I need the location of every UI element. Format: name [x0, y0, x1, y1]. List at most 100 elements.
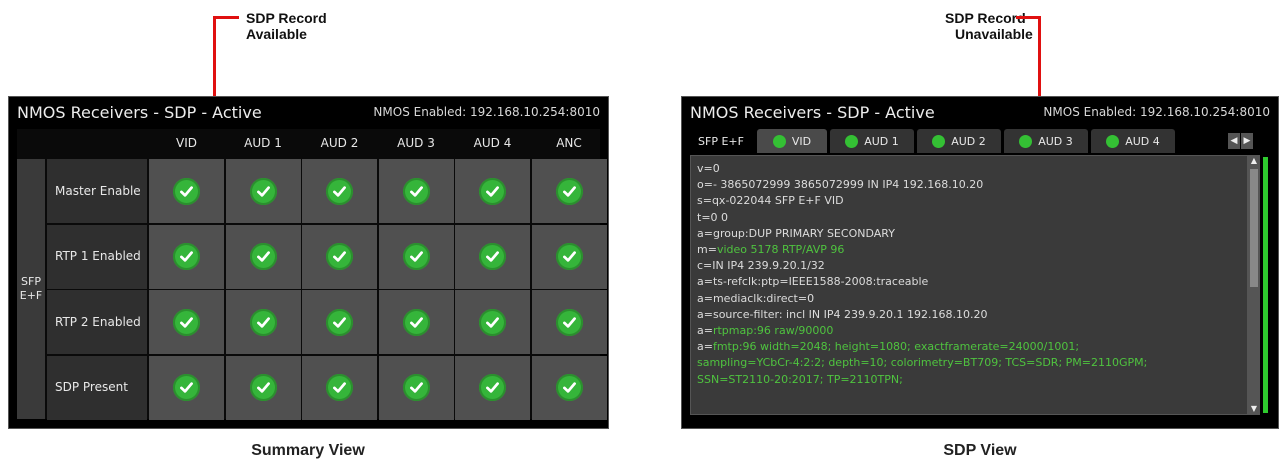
checkmark-icon [326, 374, 353, 401]
status-cell[interactable] [378, 290, 454, 354]
status-cell[interactable] [149, 159, 224, 223]
scroll-up-icon[interactable]: ▲ [1248, 155, 1260, 167]
status-cell[interactable] [225, 224, 301, 289]
sdp-line: m=video 5178 RTP/AVP 96 [697, 242, 1241, 258]
sdp-line: a=source-filter: incl IN IP4 239.9.20.1 … [697, 307, 1241, 323]
sdp-line-text: c=IN IP4 239.9.20.1/32 [697, 259, 825, 273]
checkmark-icon [326, 243, 353, 270]
scroll-down-icon[interactable]: ▼ [1248, 403, 1260, 415]
checkmark-icon [402, 243, 430, 270]
row-label: SDP Present [47, 355, 147, 420]
sdp-line-text: t=0 0 [697, 210, 729, 224]
summary-grid: SFP E+F VID AUD 1 AUD 2 AUD 3 AUD 4 ANC Master… [17, 129, 607, 420]
checkmark-icon [249, 308, 277, 336]
sdp-line-text: SSN=ST2110-20:2017; TP=2110TPN; [697, 372, 903, 386]
status-cell[interactable] [455, 224, 530, 289]
checkmark-icon [555, 177, 583, 205]
sdp-line-text: sampling=YCbCr-4:2:2; depth=10; colorime… [697, 356, 1148, 370]
checkmark-icon [479, 243, 506, 270]
tab-aud-2[interactable]: AUD 2 [917, 129, 1001, 153]
tab-scroll-right-icon[interactable]: ▶ [1241, 133, 1253, 149]
checkmark-icon [326, 308, 353, 336]
sdp-text-area[interactable]: v=0 o=- 3865072999 3865072999 IN IP4 192.… [690, 155, 1248, 415]
tab-vid[interactable]: VID [757, 129, 827, 153]
checkmark-icon [173, 177, 200, 205]
status-cell[interactable] [531, 224, 607, 289]
status-cell[interactable] [455, 159, 530, 223]
status-cell[interactable] [378, 159, 454, 223]
checkmark-icon [249, 374, 277, 401]
tab-aud-1[interactable]: AUD 1 [830, 129, 914, 153]
checkmark-icon [555, 374, 583, 401]
status-cell[interactable] [149, 224, 224, 289]
tab-scroll-left-icon[interactable]: ◀ [1228, 133, 1240, 149]
sdp-line: c=IN IP4 239.9.20.1/32 [697, 258, 1241, 274]
status-cell[interactable] [531, 355, 607, 420]
row-label: Master Enable [47, 159, 147, 223]
sdp-line: SSN=ST2110-20:2017; TP=2110TPN; [697, 372, 1241, 388]
status-cell[interactable] [378, 224, 454, 289]
sdp-line-text: a=source-filter: incl IN IP4 239.9.20.1 … [697, 307, 988, 321]
status-indicator-bar [1263, 157, 1268, 413]
row-label: RTP 1 Enabled [47, 224, 147, 289]
column-header: AUD 3 [397, 136, 435, 150]
tab-aud-3[interactable]: AUD 3 [1004, 129, 1088, 153]
sdp-line: a=fmtp:96 width=2048; height=1080; exact… [697, 339, 1241, 355]
status-cell[interactable] [149, 355, 224, 420]
sdp-line: o=- 3865072999 3865072999 IN IP4 192.168… [697, 177, 1241, 193]
sdp-line-text: o=- 3865072999 3865072999 IN IP4 192.168… [697, 178, 984, 192]
sdp-line: s=qx-022044 SFP E+F VID [697, 193, 1241, 209]
status-cell[interactable] [225, 355, 301, 420]
sdp-line-prefix: a= [697, 340, 713, 354]
sdp-line-prefix: a= [697, 324, 713, 338]
status-cell[interactable] [225, 159, 301, 223]
checkmark-icon [402, 374, 430, 401]
panel-title: NMOS Receivers - SDP - Active [17, 103, 262, 122]
status-cell[interactable] [302, 290, 377, 354]
sdp-record-available-callout: SDP Record Available [246, 10, 327, 42]
sdp-line-text: a=mediaclk:direct=0 [697, 291, 815, 305]
tab-label: SFP E+F [698, 134, 744, 148]
scrollbar-thumb[interactable] [1250, 169, 1258, 287]
status-cell[interactable] [225, 290, 301, 354]
sdp-panel: NMOS Receivers - SDP - Active NMOS Enabl… [681, 96, 1279, 429]
status-cell[interactable] [302, 355, 377, 420]
status-cell[interactable] [455, 290, 530, 354]
checkmark-icon [173, 374, 200, 401]
status-cell[interactable] [531, 159, 607, 223]
sdp-line-text: video 5178 RTP/AVP 96 [716, 243, 845, 257]
checkmark-icon [555, 243, 583, 270]
checkmark-icon [326, 177, 353, 205]
callout-line-2: Unavailable [955, 26, 1033, 42]
checkmark-icon [173, 308, 200, 336]
sdp-line-prefix: m= [697, 243, 717, 257]
status-cell[interactable] [149, 290, 224, 354]
status-cell[interactable] [455, 355, 530, 420]
column-header: VID [176, 136, 197, 150]
checkmark-icon [249, 243, 277, 270]
sdp-line-text: rtpmap:96 raw/90000 [712, 324, 834, 338]
sdp-line: a=ts-refclk:ptp=IEEE1588-2008:traceable [697, 274, 1241, 290]
status-cell[interactable] [378, 355, 454, 420]
status-cell[interactable] [302, 159, 377, 223]
nmos-status: NMOS Enabled: 192.168.10.254:8010 [1043, 105, 1270, 119]
column-header: AUD 4 [473, 136, 512, 150]
status-cell[interactable] [531, 290, 607, 354]
tab-aud-4[interactable]: AUD 4 [1091, 129, 1175, 153]
status-cell[interactable] [302, 224, 377, 289]
sfp-group-label: SFP E+F [17, 159, 45, 419]
column-header: ANC [556, 136, 582, 150]
status-dot-icon [1019, 134, 1033, 148]
sdp-line: a=rtpmap:96 raw/90000 [697, 323, 1241, 339]
column-header: AUD 1 [244, 136, 282, 150]
checkmark-icon [402, 308, 430, 336]
tab-sfp-e-f[interactable]: SFP E+F [688, 129, 754, 153]
tab-label: AUD 2 [951, 134, 986, 148]
sdp-scrollbar[interactable]: ▲ ▼ [1248, 155, 1260, 415]
callout-line-1: SDP Record [246, 10, 327, 26]
checkmark-icon [479, 177, 506, 205]
sdp-line-text: fmtp:96 width=2048; height=1080; exactfr… [712, 340, 1080, 354]
sdp-line: sampling=YCbCr-4:2:2; depth=10; colorime… [697, 355, 1241, 371]
checkmark-icon [479, 374, 506, 401]
status-dot-icon [932, 134, 946, 148]
